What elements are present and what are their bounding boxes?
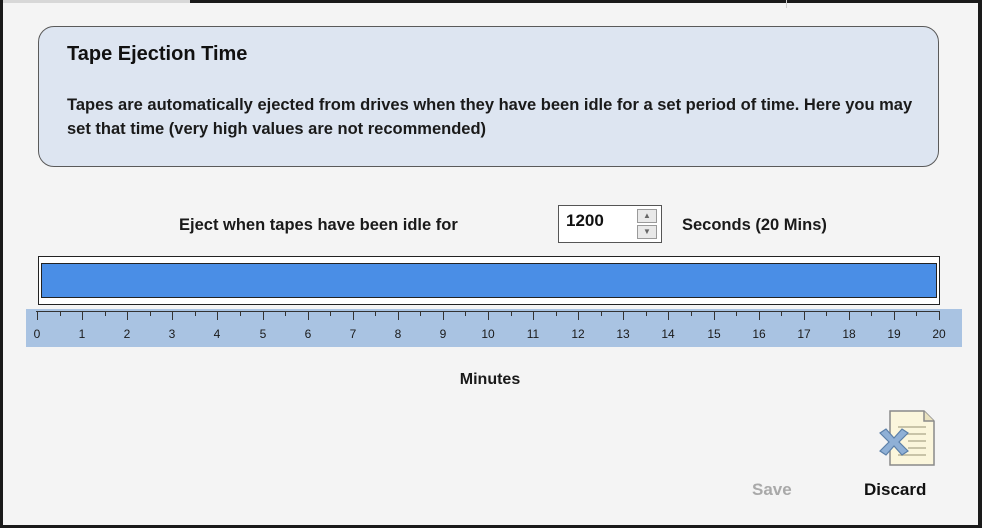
window-left-border	[0, 0, 3, 528]
minor-tick	[105, 311, 106, 316]
major-tick	[578, 311, 579, 320]
tick-label: 5	[259, 327, 267, 341]
minor-tick	[285, 311, 286, 316]
tick-label: 6	[304, 327, 312, 341]
major-tick	[127, 311, 128, 320]
major-tick	[263, 311, 264, 320]
tick-label: 1	[78, 327, 86, 341]
tick-label: 2	[123, 327, 131, 341]
major-tick	[668, 311, 669, 320]
minor-tick	[556, 311, 557, 316]
minor-tick	[375, 311, 376, 316]
minor-tick	[826, 311, 827, 316]
minutes-axis-label: Minutes	[459, 371, 521, 388]
tick-label: 13	[616, 327, 630, 341]
major-tick	[939, 311, 940, 320]
tick-label: 12	[571, 327, 585, 341]
minor-tick	[330, 311, 331, 316]
minor-tick	[736, 311, 737, 316]
minor-tick	[646, 311, 647, 316]
major-tick	[37, 311, 38, 320]
minor-tick	[420, 311, 421, 316]
discard-button[interactable]: Discard	[864, 480, 926, 500]
tick-label: 15	[707, 327, 721, 341]
tick-label: 9	[439, 327, 447, 341]
seconds-label: Seconds (20 Mins)	[682, 216, 827, 234]
idle-seconds-spinner[interactable]: 1200 ▲ ▼	[558, 205, 662, 243]
tick-label: 18	[842, 327, 856, 341]
save-button[interactable]: Save	[752, 480, 792, 500]
tick-label: 17	[797, 327, 811, 341]
major-tick	[714, 311, 715, 320]
minor-tick	[511, 311, 512, 316]
major-tick	[398, 311, 399, 320]
major-tick	[623, 311, 624, 320]
major-tick	[533, 311, 534, 320]
minor-tick	[150, 311, 151, 316]
settings-window: Tape Ejection Time Tapes are automatical…	[0, 0, 982, 528]
major-tick	[894, 311, 895, 320]
discard-document-icon[interactable]	[872, 407, 938, 469]
tick-label: 11	[526, 327, 540, 341]
tick-label: 8	[394, 327, 402, 341]
minor-tick	[195, 311, 196, 316]
major-tick	[217, 311, 218, 320]
major-tick	[82, 311, 83, 320]
minor-tick	[240, 311, 241, 316]
idle-seconds-value[interactable]: 1200	[566, 211, 604, 231]
slider-fill[interactable]	[41, 263, 937, 298]
minor-tick	[916, 311, 917, 316]
tick-label: 10	[481, 327, 495, 341]
minor-tick	[60, 311, 61, 316]
minor-tick	[871, 311, 872, 316]
info-box: Tape Ejection Time Tapes are automatical…	[38, 26, 939, 167]
spin-down-button[interactable]: ▼	[637, 225, 657, 239]
idle-time-slider[interactable]	[38, 256, 940, 305]
minor-tick	[601, 311, 602, 316]
tick-label: 0	[33, 327, 41, 341]
eject-label: Eject when tapes have been idle for	[179, 216, 458, 234]
major-tick	[353, 311, 354, 320]
major-tick	[308, 311, 309, 320]
tick-label: 20	[932, 327, 946, 341]
info-title: Tape Ejection Time	[67, 43, 248, 65]
divider	[786, 0, 787, 8]
tick-label: 4	[213, 327, 221, 341]
minor-tick	[691, 311, 692, 316]
major-tick	[804, 311, 805, 320]
major-tick	[172, 311, 173, 320]
tick-label: 14	[661, 327, 675, 341]
tab-edge	[0, 0, 190, 3]
minutes-scale: 0 1 2 3 4 5 6 7 8 9 10 11 12 13 14 15 16 17 18 19 20	[26, 309, 962, 347]
tick-label: 19	[887, 327, 901, 341]
tick-label: 7	[349, 327, 357, 341]
spin-up-button[interactable]: ▲	[637, 209, 657, 223]
major-tick	[759, 311, 760, 320]
major-tick	[443, 311, 444, 320]
tick-label: 3	[168, 327, 176, 341]
major-tick	[849, 311, 850, 320]
info-description: Tapes are automatically ejected from dri…	[67, 96, 913, 138]
window-top-border	[190, 0, 982, 3]
minor-tick	[465, 311, 466, 316]
minor-tick	[781, 311, 782, 316]
tick-label: 16	[752, 327, 766, 341]
window-right-border	[978, 0, 982, 528]
major-tick	[488, 311, 489, 320]
